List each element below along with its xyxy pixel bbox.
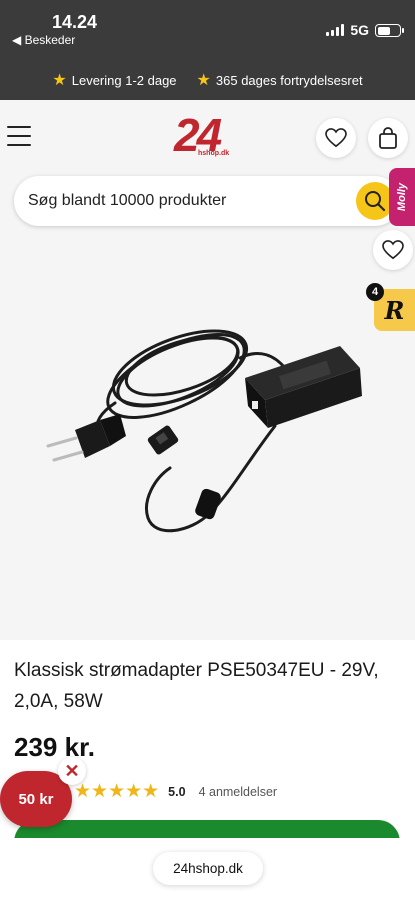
rating-stars-icon: ★★★★★ bbox=[74, 781, 160, 802]
cart-button[interactable] bbox=[368, 118, 408, 158]
product-wishlist-button[interactable] bbox=[373, 230, 413, 270]
power-adapter-image bbox=[46, 329, 362, 533]
molly-chat-tab[interactable]: Molly bbox=[389, 168, 415, 226]
rating-score: 5.0 bbox=[168, 784, 186, 799]
search-input[interactable] bbox=[28, 176, 348, 226]
network-label: 5G bbox=[350, 22, 369, 38]
promo-item: ★ Levering 1-2 dage bbox=[52, 70, 176, 90]
logo-subtext: hshop.dk bbox=[198, 150, 230, 157]
close-icon[interactable]: ✕ bbox=[58, 757, 86, 785]
promo-return-label: 365 dages fortrydelsesret bbox=[215, 72, 363, 88]
url-bar[interactable]: 24hshop.dk bbox=[153, 852, 263, 885]
status-bar: 14.24 ◀ Beskeder 5G bbox=[0, 0, 415, 60]
signal-icon bbox=[326, 24, 345, 36]
promo-item: ★ 365 dages fortrydelsesret bbox=[197, 70, 363, 90]
wishlist-button[interactable] bbox=[316, 118, 356, 158]
product-price: 239 kr. bbox=[14, 732, 95, 762]
reviews-count-badge: 4 bbox=[366, 283, 384, 301]
reviews-link[interactable]: 4 anmeldelser bbox=[199, 785, 278, 799]
star-icon: ★ bbox=[196, 72, 211, 89]
search-icon bbox=[365, 191, 386, 212]
product-rating[interactable]: ★★★★★ 5.0 4 anmeldelser bbox=[74, 780, 277, 803]
promo-strip: ★ Levering 1-2 dage ★ 365 dages fortryde… bbox=[0, 60, 415, 100]
battery-icon bbox=[375, 24, 404, 37]
search-bar bbox=[14, 176, 400, 226]
reviews-widget-letter: R bbox=[384, 295, 405, 325]
status-indicators: 5G bbox=[326, 22, 369, 38]
site-logo[interactable]: 24 hshop.dk bbox=[174, 112, 244, 162]
shopping-bag-icon bbox=[379, 127, 397, 149]
promo-delivery-label: Levering 1-2 dage bbox=[71, 72, 177, 88]
molly-label: Molly bbox=[396, 182, 408, 212]
heart-icon bbox=[382, 240, 404, 260]
menu-icon[interactable] bbox=[7, 126, 31, 146]
star-icon: ★ bbox=[52, 72, 67, 89]
back-to-messages-link[interactable]: ◀ Beskeder bbox=[12, 33, 75, 47]
heart-icon bbox=[325, 128, 347, 148]
status-time: 14.24 bbox=[52, 12, 98, 32]
product-title: Klassisk strømadapter PSE50347EU - 29V, … bbox=[14, 660, 379, 712]
